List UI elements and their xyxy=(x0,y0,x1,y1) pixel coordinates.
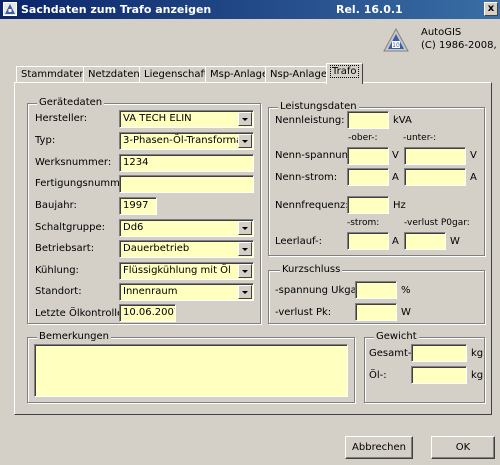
kurzschluss-title: Kurzschluss xyxy=(280,264,343,275)
brand-name: AutoGIS xyxy=(421,27,462,38)
gewicht-oel-input[interactable] xyxy=(411,366,467,384)
hersteller-select[interactable]: VA TECH ELIN xyxy=(119,110,254,128)
kurzschluss-spannung-label: -spannung Ukgar: xyxy=(275,285,365,296)
ok-button[interactable]: OK xyxy=(431,436,495,459)
nennstrom-ober-unit: A xyxy=(392,172,399,183)
nennspannung-ober-unit: V xyxy=(392,150,399,161)
werksnummer-input[interactable]: 1234 xyxy=(119,154,254,172)
svg-text:10: 10 xyxy=(392,42,400,49)
kurzschluss-verlust-label: -verlust Pk: xyxy=(275,307,332,318)
standort-label: Standort: xyxy=(35,286,82,297)
tab-netzdaten[interactable]: Netzdaten xyxy=(83,66,145,83)
chevron-down-icon[interactable] xyxy=(238,134,252,148)
geraetedaten-title: Gerätedaten xyxy=(37,97,105,108)
schaltgruppe-label: Schaltgruppe: xyxy=(35,222,106,233)
release-label: Rel. 16.0.1 xyxy=(336,3,403,16)
standort-value: Innenraum xyxy=(123,286,178,297)
nennstrom-unter-unit: A xyxy=(470,172,477,183)
tab-liegenschaft[interactable]: Liegenschaft xyxy=(139,66,213,83)
nennleistung-label: Nennleistung: xyxy=(275,115,345,126)
col-verlust-label: -verlust P0gar: xyxy=(404,218,470,228)
tab-msp-anlage[interactable]: Msp-Anlage xyxy=(205,66,274,83)
nennleistung-unit: kVA xyxy=(393,115,412,126)
kurzschluss-verlust-input[interactable] xyxy=(355,303,397,321)
tab-trafo[interactable]: Trafo xyxy=(326,63,363,84)
tab-trafo-label: Trafo xyxy=(330,65,359,78)
gewicht-oel-unit: kg xyxy=(471,370,484,381)
tab-nsp-anlage[interactable]: Nsp-Anlage xyxy=(265,66,333,83)
nennspannung-unter-input[interactable] xyxy=(404,147,466,165)
nennfrequenz-input[interactable] xyxy=(347,196,389,214)
nennspannung-label: Nenn-spannung: xyxy=(275,150,358,161)
oelkontrolle-input[interactable]: 10.06.2007 xyxy=(119,304,176,322)
nennstrom-unter-input[interactable] xyxy=(404,168,466,186)
kuehlung-label: Kühlung: xyxy=(35,265,79,276)
chevron-down-icon[interactable] xyxy=(238,221,252,235)
window-title: Sachdaten zum Trafo anzeigen xyxy=(21,3,212,16)
nennspannung-ober-input[interactable] xyxy=(347,147,389,165)
gewicht-gesamt-label: Gesamt-: xyxy=(369,348,415,359)
leerlauf-verlust-unit: W xyxy=(450,236,460,247)
baujahr-label: Baujahr: xyxy=(35,200,77,211)
nennspannung-unter-unit: V xyxy=(470,150,477,161)
tab-stammdaten[interactable]: Stammdaten xyxy=(16,66,91,83)
gewicht-gesamt-unit: kg xyxy=(471,348,484,359)
kuehlung-value: Flüssigkühlung mit Öl xyxy=(123,265,231,276)
leerlauf-strom-unit: A xyxy=(392,236,399,247)
leerlauf-strom-input[interactable] xyxy=(347,232,389,250)
autogis-logo-icon: 10 xyxy=(383,27,409,52)
col-ober-label: -ober-: xyxy=(348,133,378,143)
typ-select[interactable]: 3-Phasen-Öl-Transformator xyxy=(119,132,254,150)
bemerkungen-title: Bemerkungen xyxy=(37,331,112,342)
betriebsart-select[interactable]: Dauerbetrieb xyxy=(119,240,254,258)
nennleistung-input[interactable] xyxy=(347,111,389,129)
close-button[interactable]: x xyxy=(484,2,498,16)
app-icon xyxy=(3,2,17,16)
title-bar[interactable]: Sachdaten zum Trafo anzeigen Rel. 16.0.1… xyxy=(0,0,500,19)
typ-label: Typ: xyxy=(35,135,56,146)
leerlauf-label: Leerlauf-: xyxy=(275,236,323,247)
hersteller-label: Hersteller: xyxy=(35,113,88,124)
bemerkungen-textarea[interactable] xyxy=(34,344,348,397)
werksnummer-label: Werksnummer: xyxy=(35,157,112,168)
col-unter-label: -unter-: xyxy=(403,133,437,143)
baujahr-input[interactable]: 1997 xyxy=(119,197,157,215)
hersteller-value: VA TECH ELIN xyxy=(123,113,192,124)
betriebsart-value: Dauerbetrieb xyxy=(123,243,190,254)
nennstrom-label: Nenn-strom: xyxy=(275,172,338,183)
kurzschluss-spannung-input[interactable] xyxy=(355,281,397,299)
gewicht-oel-label: Öl-: xyxy=(369,370,387,381)
nennfrequenz-label: Nennfrequenz: xyxy=(275,200,349,211)
schaltgruppe-value: Dd6 xyxy=(123,222,144,233)
gewicht-title: Gewicht xyxy=(374,331,419,342)
kuehlung-select[interactable]: Flüssigkühlung mit Öl xyxy=(119,262,254,280)
chevron-down-icon[interactable] xyxy=(238,264,252,278)
chevron-down-icon[interactable] xyxy=(238,112,252,126)
abbrechen-button[interactable]: Abbrechen xyxy=(345,436,413,459)
close-icon: x xyxy=(487,3,495,14)
kurzschluss-spannung-unit: % xyxy=(401,285,411,296)
chevron-down-icon[interactable] xyxy=(238,285,252,299)
col-strom-label: -strom: xyxy=(347,218,380,228)
kurzschluss-verlust-unit: W xyxy=(401,307,411,318)
typ-value: 3-Phasen-Öl-Transformator xyxy=(123,135,254,146)
chevron-down-icon[interactable] xyxy=(238,242,252,256)
oelkontrolle-label: Letzte Ölkontrolle: xyxy=(35,308,127,319)
schaltgruppe-select[interactable]: Dd6 xyxy=(119,219,254,237)
betriebsart-label: Betriebsart: xyxy=(35,243,95,254)
fertigungsnummer-input[interactable] xyxy=(119,175,254,193)
gewicht-gesamt-input[interactable] xyxy=(411,344,467,362)
brand-copyright: (C) 1986-2008, IBB xyxy=(421,40,500,51)
nennfrequenz-unit: Hz xyxy=(393,200,406,211)
nennstrom-ober-input[interactable] xyxy=(347,168,389,186)
standort-select[interactable]: Innenraum xyxy=(119,283,254,301)
leerlauf-verlust-input[interactable] xyxy=(404,232,446,250)
